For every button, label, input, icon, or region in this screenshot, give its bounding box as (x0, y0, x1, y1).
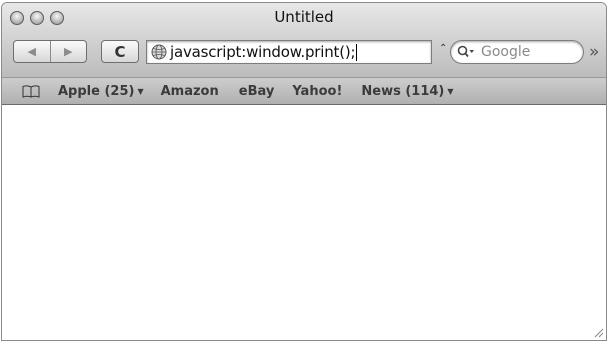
chevron-down-icon: ▼ (447, 86, 454, 96)
search-field[interactable]: Google (450, 40, 584, 64)
search-icon (457, 45, 474, 58)
browser-window: Untitled ◀ ▶ C javascript:window.print()… (1, 2, 607, 341)
bookmarks-book-icon[interactable] (22, 84, 40, 98)
chevron-down-icon: ▼ (137, 86, 144, 96)
reload-icon: C (114, 42, 126, 61)
bookmark-news[interactable]: News (114) ▼ (361, 84, 453, 99)
back-forward-group: ◀ ▶ (13, 40, 87, 63)
text-cursor (356, 43, 358, 61)
bookmark-amazon[interactable]: Amazon (161, 84, 219, 99)
bookmark-apple[interactable]: Apple (25) ▼ (58, 84, 144, 99)
page-content[interactable] (2, 105, 606, 340)
bookmarks-bar: Apple (25) ▼ Amazon eBay Yahoo! News (114… (2, 77, 606, 105)
forward-button[interactable]: ▶ (49, 41, 87, 62)
bookmark-ebay[interactable]: eBay (239, 84, 275, 99)
search-placeholder: Google (481, 44, 531, 60)
address-input[interactable]: javascript:window.print(); (170, 43, 356, 61)
url-history-arrow-icon[interactable]: ⌃ (439, 43, 447, 54)
toolbar-overflow-button[interactable]: » (589, 42, 600, 62)
back-button[interactable]: ◀ (14, 41, 50, 62)
bookmark-yahoo[interactable]: Yahoo! (292, 84, 342, 99)
title-and-toolbar: Untitled ◀ ▶ C javascript:window.print()… (2, 3, 606, 77)
window-title: Untitled (274, 8, 334, 26)
address-bar[interactable]: javascript:window.print(); (146, 40, 432, 64)
reload-button[interactable]: C (101, 40, 139, 63)
resize-grip-icon[interactable] (592, 326, 604, 338)
globe-icon (151, 44, 167, 60)
